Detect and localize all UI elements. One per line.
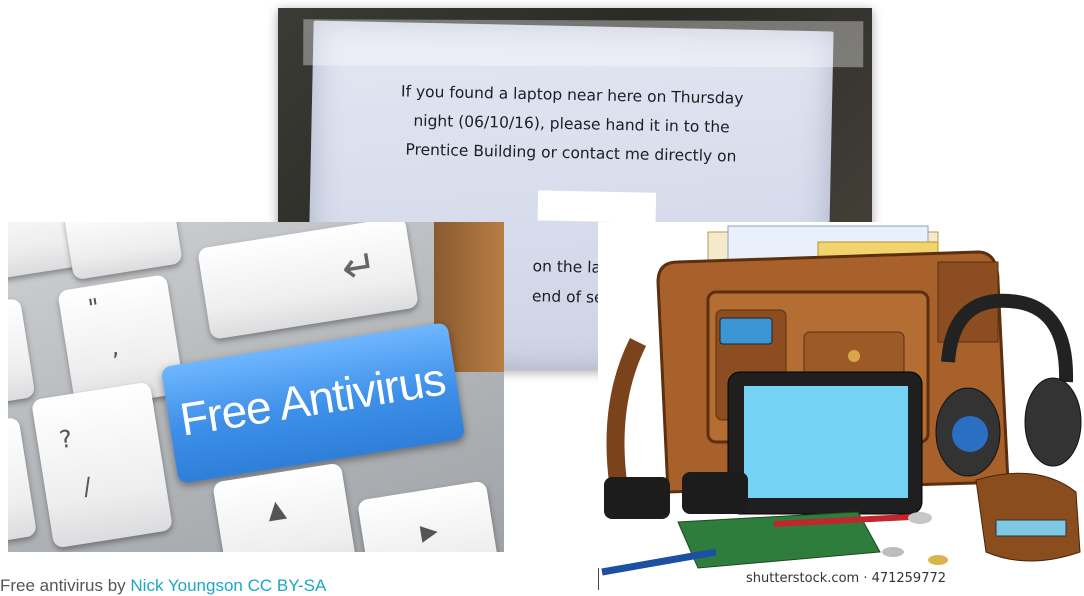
bag-illustration <box>598 222 1084 590</box>
question-glyph: ? <box>57 424 75 455</box>
sunglasses-right-lens <box>682 472 748 514</box>
quote-glyph: " <box>86 293 102 323</box>
bag-illustration-svg <box>601 225 1082 576</box>
up-arrow-key: ▲ <box>212 462 358 552</box>
question-key: ? / <box>31 381 173 549</box>
bag-button <box>848 350 860 362</box>
divider-line <box>598 568 599 590</box>
note-line-2: night (06/10/16), please hand it in to t… <box>413 111 730 137</box>
enter-arrow-icon: ↵ <box>338 239 381 294</box>
up-arrow-icon: ▲ <box>265 493 288 525</box>
caption-attribution-link[interactable]: Nick Youngson CC BY-SA <box>130 576 326 595</box>
slash-glyph: / <box>81 472 94 502</box>
wallet-card <box>995 519 1067 537</box>
redacted-contact <box>537 190 657 223</box>
wallet <box>975 472 1081 562</box>
keyboard-key <box>8 297 36 407</box>
note-tape <box>303 19 864 68</box>
headphone-right <box>1024 377 1082 467</box>
right-arrow-icon: ▶ <box>418 518 440 547</box>
coin <box>908 512 932 524</box>
note-line-3: Prentice Building or contact me directly… <box>405 140 737 166</box>
image-caption: Free antivirus by Nick Youngson CC BY-SA <box>0 576 326 596</box>
keyboard-photo: ↵ " , Free Antivirus ? / ▲ ▶ <box>8 222 504 552</box>
free-antivirus-key: Free Antivirus <box>160 322 466 484</box>
comma-glyph: , <box>108 332 121 362</box>
keyboard-key <box>63 222 183 281</box>
right-arrow-key: ▶ <box>356 480 502 552</box>
note-line-1: If you found a laptop near here on Thurs… <box>400 82 744 108</box>
keyboard-key <box>8 416 38 544</box>
sunglasses-left-lens <box>604 477 670 519</box>
phone <box>719 317 773 345</box>
free-antivirus-label: Free Antivirus <box>176 352 449 446</box>
stock-watermark: shutterstock.com · 471259772 <box>746 571 947 586</box>
enter-key: ↵ <box>197 222 419 340</box>
coin <box>928 555 948 565</box>
headphone-left-cup <box>952 416 988 452</box>
coin <box>882 547 904 557</box>
bag-strap <box>606 337 647 484</box>
caption-prefix: Free antivirus by <box>0 576 131 595</box>
tablet-screen <box>744 386 908 498</box>
